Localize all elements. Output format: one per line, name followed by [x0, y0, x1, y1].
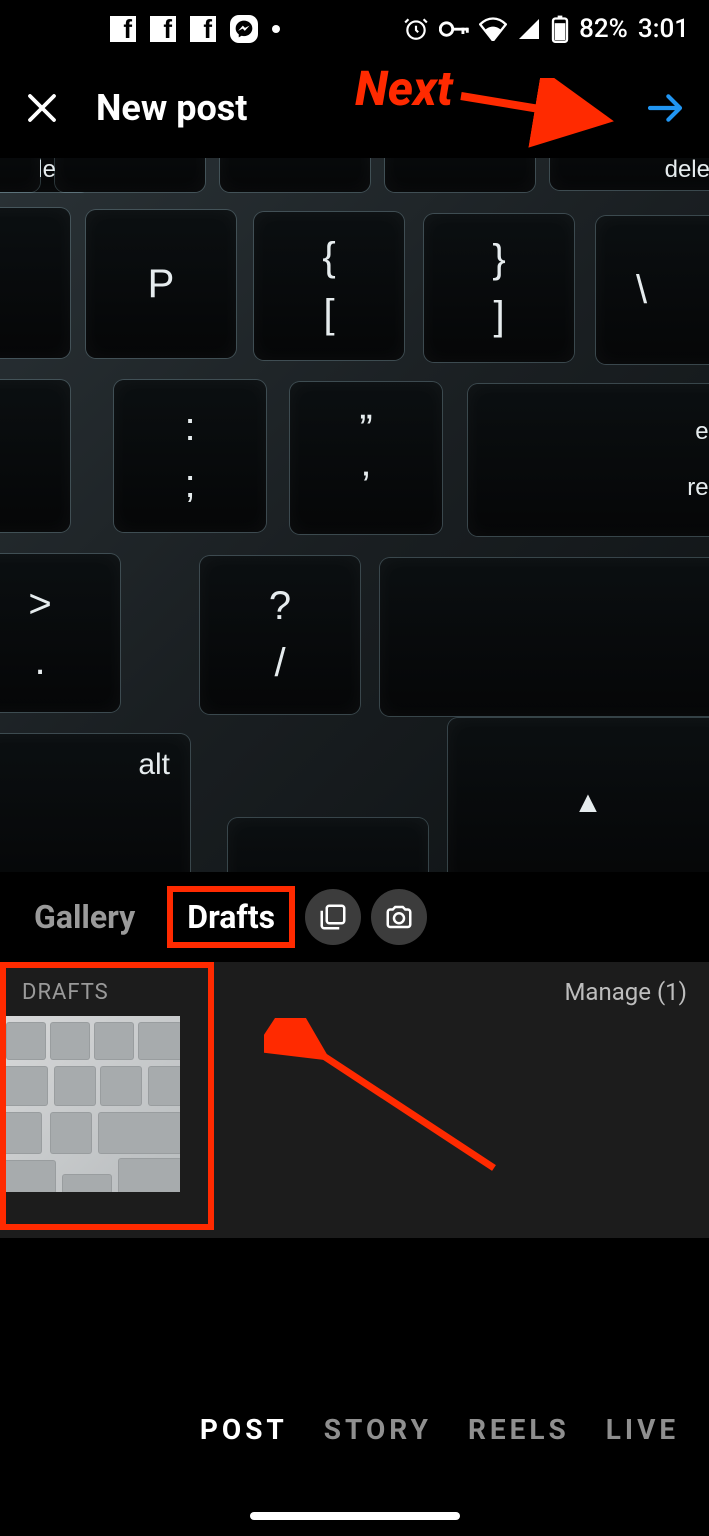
media-preview[interactable]: delete delete P {[ }] \ :; ”’ enterretur…	[0, 158, 709, 872]
battery-icon	[551, 15, 569, 43]
android-status-bar: 82% 3:01	[0, 0, 709, 58]
close-icon	[24, 90, 60, 126]
multi-select-button[interactable]	[305, 889, 361, 945]
tab-drafts[interactable]: Drafts	[167, 886, 295, 948]
draft-thumbnail[interactable]	[0, 1016, 180, 1192]
source-tabs: Gallery Drafts	[0, 872, 709, 962]
annotation-arrow-to-next	[456, 78, 636, 148]
mode-story[interactable]: STORY	[324, 1413, 432, 1446]
annotation-arrow-to-draft	[264, 1018, 524, 1188]
drafts-section-label: DRAFTS	[22, 980, 109, 1005]
mode-reels[interactable]: REELS	[468, 1413, 570, 1446]
facebook-icon	[190, 16, 216, 42]
status-left-icons	[20, 15, 280, 43]
clock-time: 3:01	[638, 14, 689, 44]
tab-gallery[interactable]: Gallery	[20, 892, 149, 942]
cellular-signal-icon	[517, 17, 541, 41]
post-type-selector[interactable]: POST STORY REELS LIVE	[0, 1413, 709, 1446]
wifi-icon	[479, 17, 507, 41]
annotation-next-label: Next	[355, 60, 453, 117]
manage-drafts-link[interactable]: Manage (1)	[564, 978, 687, 1006]
arrow-right-icon	[645, 88, 685, 128]
alarm-icon	[403, 16, 429, 42]
battery-percent: 82%	[579, 14, 628, 44]
camera-button[interactable]	[371, 889, 427, 945]
vpn-key-icon	[439, 16, 469, 42]
messenger-icon	[230, 15, 258, 43]
more-notifications-dot	[272, 25, 280, 33]
facebook-icon	[110, 16, 136, 42]
page-title: New post	[96, 87, 247, 129]
facebook-icon	[150, 16, 176, 42]
home-indicator[interactable]	[250, 1512, 460, 1520]
mode-live[interactable]: LIVE	[606, 1413, 679, 1446]
status-right: 82% 3:01	[403, 14, 689, 44]
close-button[interactable]	[22, 88, 62, 128]
multi-select-icon	[318, 902, 348, 932]
camera-icon	[384, 902, 414, 932]
mode-post[interactable]: POST	[200, 1413, 288, 1446]
next-button[interactable]	[643, 86, 687, 130]
